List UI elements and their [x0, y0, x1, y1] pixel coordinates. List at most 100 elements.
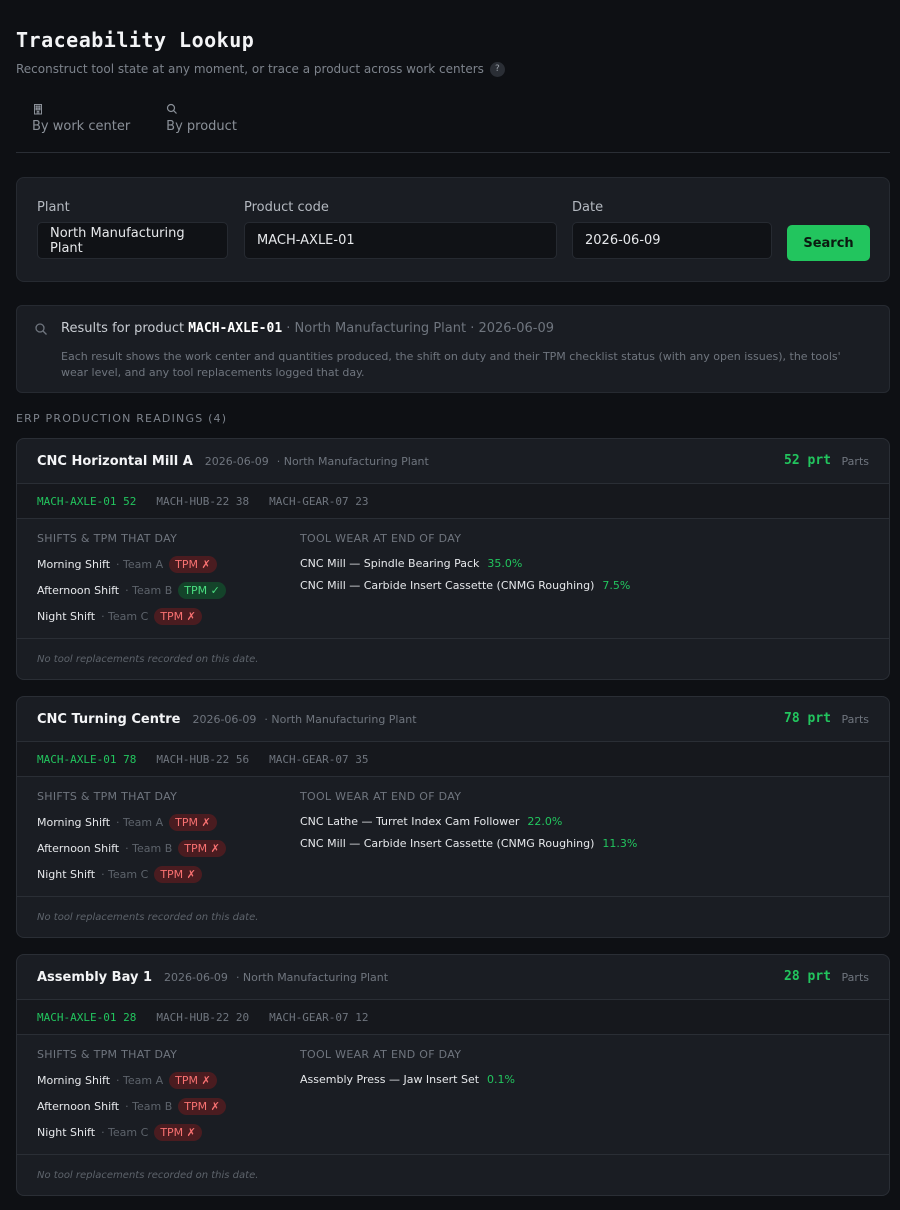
tool-name: Assembly Press — Jaw Insert Set — [300, 1073, 480, 1086]
shift-name: Morning Shift — [37, 558, 111, 571]
tool-wear-row: CNC Mill — Carbide Insert Cassette (CNMG… — [300, 837, 637, 850]
search-icon — [167, 103, 178, 114]
help-icon[interactable]: ? — [489, 61, 505, 77]
quantity-produced: 28 prt — [784, 969, 831, 984]
tool-name: CNC Mill — Spindle Bearing Pack — [300, 557, 480, 570]
tpm-status-badge: TPM ✗ — [169, 1072, 217, 1089]
product-quantity: MACH-GEAR-07 35 — [269, 753, 368, 766]
quantity-produced: 52 prt — [784, 453, 831, 468]
product-quantity: MACH-AXLE-01 78 — [37, 753, 136, 766]
product-quantity: MACH-HUB-22 20 — [156, 1011, 249, 1024]
product-qty: 78 — [123, 752, 137, 766]
shift-name: Night Shift — [37, 610, 96, 623]
shift-name: Night Shift — [37, 1126, 96, 1139]
tool-wear-row: Assembly Press — Jaw Insert Set 0.1% — [300, 1073, 515, 1086]
search-button[interactable]: Search — [787, 225, 870, 261]
search-icon — [35, 323, 47, 335]
shifts-title: SHIFTS & TPM THAT DAY — [37, 532, 178, 545]
product-code: MACH-AXLE-01 — [37, 1010, 117, 1024]
quantity-unit: Parts — [841, 455, 869, 468]
reading-plant: · North Manufacturing Plant — [235, 970, 389, 984]
replacements-note: No tool replacements recorded on this da… — [37, 911, 259, 923]
reading-list: CNC Horizontal Mill A 2026-06-09 · North… — [16, 438, 890, 1196]
work-center-name: CNC Turning Centre — [37, 711, 181, 727]
date-input[interactable]: 2026-06-09 — [572, 222, 772, 259]
results-banner: Results for product MACH-AXLE-01 · North… — [16, 305, 890, 393]
traceability-page: Traceability Lookup Reconstruct tool sta… — [0, 0, 900, 1196]
wear-percent: 7.5% — [602, 579, 631, 592]
product-quantities: MACH-AXLE-01 52 MACH-HUB-22 38 MACH-GEAR-0… — [17, 484, 889, 519]
wear-title: TOOL WEAR AT END OF DAY — [300, 532, 462, 545]
product-qty: 20 — [235, 1010, 250, 1024]
date-label: Date — [572, 200, 604, 215]
product-quantity: MACH-AXLE-01 52 — [37, 495, 136, 508]
tab-by-product[interactable]: By product — [166, 103, 237, 152]
product-code: MACH-AXLE-01 — [37, 752, 117, 766]
product-quantity: MACH-HUB-22 38 — [156, 495, 249, 508]
date-field: Date 2026-06-09 — [572, 200, 772, 259]
replacements-note: No tool replacements recorded on this da… — [37, 1169, 259, 1181]
shift-row: Morning Shift · Team A TPM ✗ — [37, 556, 217, 573]
results-prefix: Results for product — [61, 321, 185, 336]
wear-percent: 35.0% — [487, 557, 523, 570]
card-header: CNC Turning Centre 2026-06-09 · North Ma… — [17, 697, 889, 742]
tab-by-work-center[interactable]: By work center — [32, 103, 130, 152]
tpm-status-badge: TPM ✗ — [169, 556, 217, 573]
shift-name: Night Shift — [37, 868, 96, 881]
team-label: · Team A — [116, 1074, 164, 1087]
product-qty: 23 — [355, 494, 369, 508]
results-product-code: MACH-AXLE-01 — [188, 321, 283, 336]
reading-card: Assembly Bay 1 2026-06-09 · North Manufa… — [16, 954, 890, 1196]
product-quantities: MACH-AXLE-01 78 MACH-HUB-22 56 MACH-GEAR-0… — [17, 742, 889, 777]
product-code: MACH-AXLE-01 — [37, 494, 117, 508]
card-header: CNC Horizontal Mill A 2026-06-09 · North… — [17, 439, 889, 484]
tab-bar: By work center By product — [16, 103, 890, 153]
card-body: SHIFTS & TPM THAT DAY TOOL WEAR AT END O… — [17, 519, 889, 639]
product-code: MACH-GEAR-07 — [269, 494, 349, 508]
shift-name: Afternoon Shift — [37, 1100, 120, 1113]
team-label: · Team C — [101, 1126, 149, 1139]
product-code-input[interactable]: MACH-AXLE-01 — [244, 222, 557, 259]
replacements-note: No tool replacements recorded on this da… — [37, 653, 259, 665]
shifts-title: SHIFTS & TPM THAT DAY — [37, 790, 178, 803]
wear-percent: 0.1% — [487, 1073, 515, 1086]
tpm-status-badge: TPM ✗ — [169, 814, 217, 831]
product-qty: 56 — [235, 752, 250, 766]
product-qty: 52 — [123, 494, 137, 508]
product-quantity: MACH-GEAR-07 12 — [269, 1011, 368, 1024]
search-form: Plant North Manufacturing Plant Product … — [16, 177, 890, 282]
page-subtitle: Reconstruct tool state at any moment, or… — [16, 61, 890, 77]
product-code: MACH-HUB-22 — [156, 494, 230, 508]
product-code: MACH-GEAR-07 — [269, 752, 349, 766]
reading-date: 2026-06-09 — [164, 970, 228, 984]
work-center-name: Assembly Bay 1 — [37, 969, 152, 985]
plant-select[interactable]: North Manufacturing Plant — [37, 222, 228, 259]
product-code: MACH-GEAR-07 — [269, 1010, 349, 1024]
team-label: · Team C — [101, 610, 149, 623]
page-title: Traceability Lookup — [16, 28, 255, 52]
product-qty: 35 — [355, 752, 369, 766]
shift-row: Afternoon Shift · Team B TPM ✓ — [37, 582, 226, 599]
shift-name: Morning Shift — [37, 816, 111, 829]
product-code: MACH-HUB-22 — [156, 1010, 230, 1024]
quantity-unit: Parts — [841, 713, 869, 726]
tab-label: By work center — [32, 119, 131, 134]
tool-wear-row: CNC Mill — Carbide Insert Cassette (CNMG… — [300, 579, 630, 592]
product-quantity: MACH-GEAR-07 23 — [269, 495, 368, 508]
shift-row: Night Shift · Team C TPM ✗ — [37, 1124, 202, 1141]
reading-date: 2026-06-09 — [192, 712, 257, 726]
shift-row: Morning Shift · Team A TPM ✗ — [37, 814, 217, 831]
product-code: MACH-HUB-22 — [156, 752, 230, 766]
shift-row: Afternoon Shift · Team B TPM ✗ — [37, 840, 226, 857]
team-label: · Team C — [101, 868, 149, 881]
shift-row: Afternoon Shift · Team B TPM ✗ — [37, 1098, 226, 1115]
product-quantity: MACH-AXLE-01 28 — [37, 1011, 136, 1024]
product-label: Product code — [244, 200, 329, 215]
wear-percent: 22.0% — [527, 815, 563, 828]
team-label: · Team A — [116, 558, 164, 571]
card-body: SHIFTS & TPM THAT DAY TOOL WEAR AT END O… — [17, 777, 889, 897]
shift-name: Afternoon Shift — [37, 842, 120, 855]
product-quantity: MACH-HUB-22 56 — [156, 753, 249, 766]
tpm-status-badge: TPM ✗ — [154, 866, 202, 883]
tab-label: By product — [166, 119, 237, 134]
